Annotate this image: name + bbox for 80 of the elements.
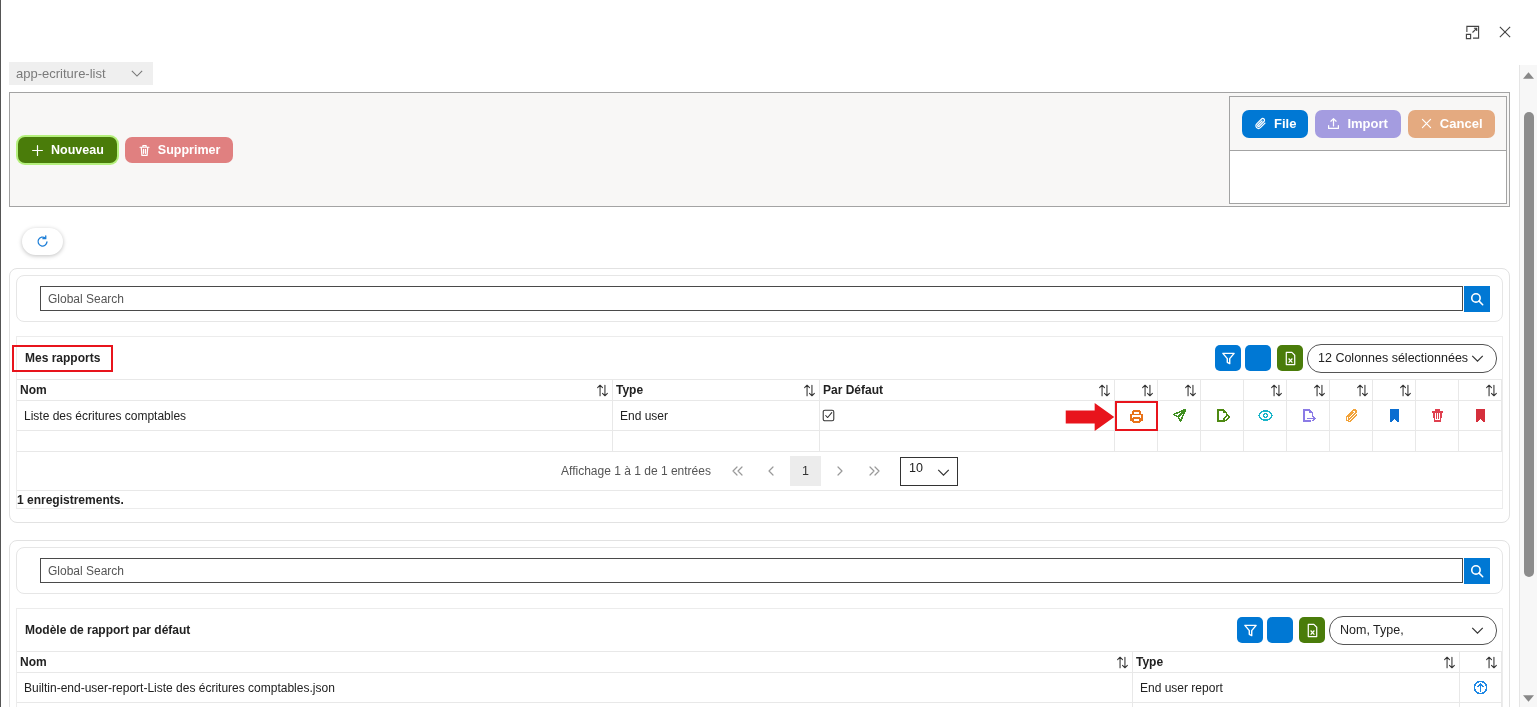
empty-cell xyxy=(1115,431,1158,452)
sort-icon[interactable] xyxy=(1141,383,1154,397)
column-header[interactable]: Type xyxy=(1133,652,1460,673)
table-cell: Builtin-end-user-report-Liste des écritures comptables.json xyxy=(17,673,1133,703)
chevron-down-icon xyxy=(936,468,950,476)
refresh-button[interactable] xyxy=(22,228,63,255)
plus-icon xyxy=(31,143,44,157)
excel-export-button[interactable] xyxy=(1299,617,1325,643)
search-field[interactable]: Global Search xyxy=(40,558,1463,583)
column-header[interactable] xyxy=(1373,380,1416,401)
close-icon[interactable] xyxy=(1499,26,1511,38)
column-header[interactable]: Type xyxy=(613,380,820,401)
refresh-icon xyxy=(36,235,49,248)
column-select[interactable]: Nom, Type, xyxy=(1329,615,1497,645)
sort-icon[interactable] xyxy=(1270,383,1283,397)
chevron-down-icon xyxy=(1471,626,1484,634)
sort-icon[interactable] xyxy=(1184,383,1197,397)
search-field[interactable]: Global Search xyxy=(40,286,1463,311)
scrollbar-thumb[interactable] xyxy=(1523,112,1534,577)
column-header[interactable] xyxy=(1459,380,1502,401)
sort-icon[interactable] xyxy=(1443,655,1456,669)
new-button[interactable]: Nouveau xyxy=(18,137,117,163)
sort-icon[interactable] xyxy=(1116,655,1129,669)
eye-icon[interactable] xyxy=(1257,408,1273,423)
chevron-down-icon xyxy=(1471,354,1484,362)
column-header[interactable]: Nom xyxy=(17,380,613,401)
filter-icon xyxy=(1242,622,1258,638)
column-header[interactable] xyxy=(1244,380,1287,401)
chevron-down-icon xyxy=(131,70,143,77)
upload-icon xyxy=(1327,117,1341,130)
pagination-info: Affichage 1 à 1 de 1 entrées xyxy=(561,464,711,478)
sort-icon[interactable] xyxy=(596,383,609,397)
filter-button[interactable] xyxy=(1215,345,1241,371)
search-icon xyxy=(1470,291,1484,306)
trash-icon xyxy=(137,143,151,157)
page-size-select[interactable]: 10 xyxy=(899,456,958,486)
sort-icon[interactable] xyxy=(1485,655,1498,669)
sort-icon[interactable] xyxy=(803,383,816,397)
table-title: Modèle de rapport par défaut xyxy=(24,621,192,639)
trash-icon[interactable] xyxy=(1429,408,1445,423)
scrollbar[interactable] xyxy=(1519,65,1537,707)
column-select[interactable]: 12 Colonnes sélectionnées xyxy=(1307,343,1497,373)
file-arrow-icon[interactable] xyxy=(1300,408,1316,423)
checkbox[interactable] xyxy=(822,409,835,422)
paperclip-icon[interactable] xyxy=(1343,408,1359,423)
filter-icon xyxy=(1220,350,1236,366)
column-header[interactable] xyxy=(1330,380,1373,401)
search-button[interactable] xyxy=(1464,557,1490,584)
printer-icon[interactable] xyxy=(1129,408,1144,424)
table-cell: End user report xyxy=(1133,673,1460,703)
sort-icon[interactable] xyxy=(1399,383,1412,397)
paperclip-icon xyxy=(1254,117,1267,130)
record-count: 1 enregistrements. xyxy=(17,492,124,507)
table-cell: Liste des écritures comptables xyxy=(17,401,613,431)
column-header[interactable] xyxy=(1158,380,1201,401)
scroll-down-icon[interactable] xyxy=(1523,695,1534,702)
scroll-up-icon[interactable] xyxy=(1523,72,1534,79)
sort-icon[interactable] xyxy=(1098,383,1111,397)
column-header[interactable] xyxy=(1460,652,1502,673)
excel-export-button[interactable] xyxy=(1277,345,1303,371)
filter-button[interactable] xyxy=(1237,617,1263,643)
column-header[interactable]: Nom xyxy=(17,652,1133,673)
toolbar-button[interactable] xyxy=(1267,617,1293,643)
sort-icon[interactable] xyxy=(1485,383,1498,397)
sort-icon[interactable] xyxy=(1356,383,1369,397)
file-button[interactable]: File xyxy=(1242,109,1309,138)
page-button[interactable]: 1 xyxy=(789,456,821,486)
toolbar-button[interactable] xyxy=(1245,345,1271,371)
paper-plane-icon[interactable] xyxy=(1171,408,1187,423)
sort-icon[interactable] xyxy=(1313,383,1326,397)
file-pen-icon[interactable] xyxy=(1214,408,1230,423)
column-header[interactable] xyxy=(1287,380,1330,401)
search-icon xyxy=(1470,563,1484,578)
maximize-icon[interactable] xyxy=(1465,25,1480,40)
column-header[interactable]: Par Défaut xyxy=(820,380,1115,401)
table-cell: End user xyxy=(613,401,820,431)
column-header[interactable] xyxy=(1115,380,1158,401)
x-icon xyxy=(1419,117,1433,130)
search-button[interactable] xyxy=(1464,285,1490,312)
table-title: Mes rapports xyxy=(12,344,114,372)
